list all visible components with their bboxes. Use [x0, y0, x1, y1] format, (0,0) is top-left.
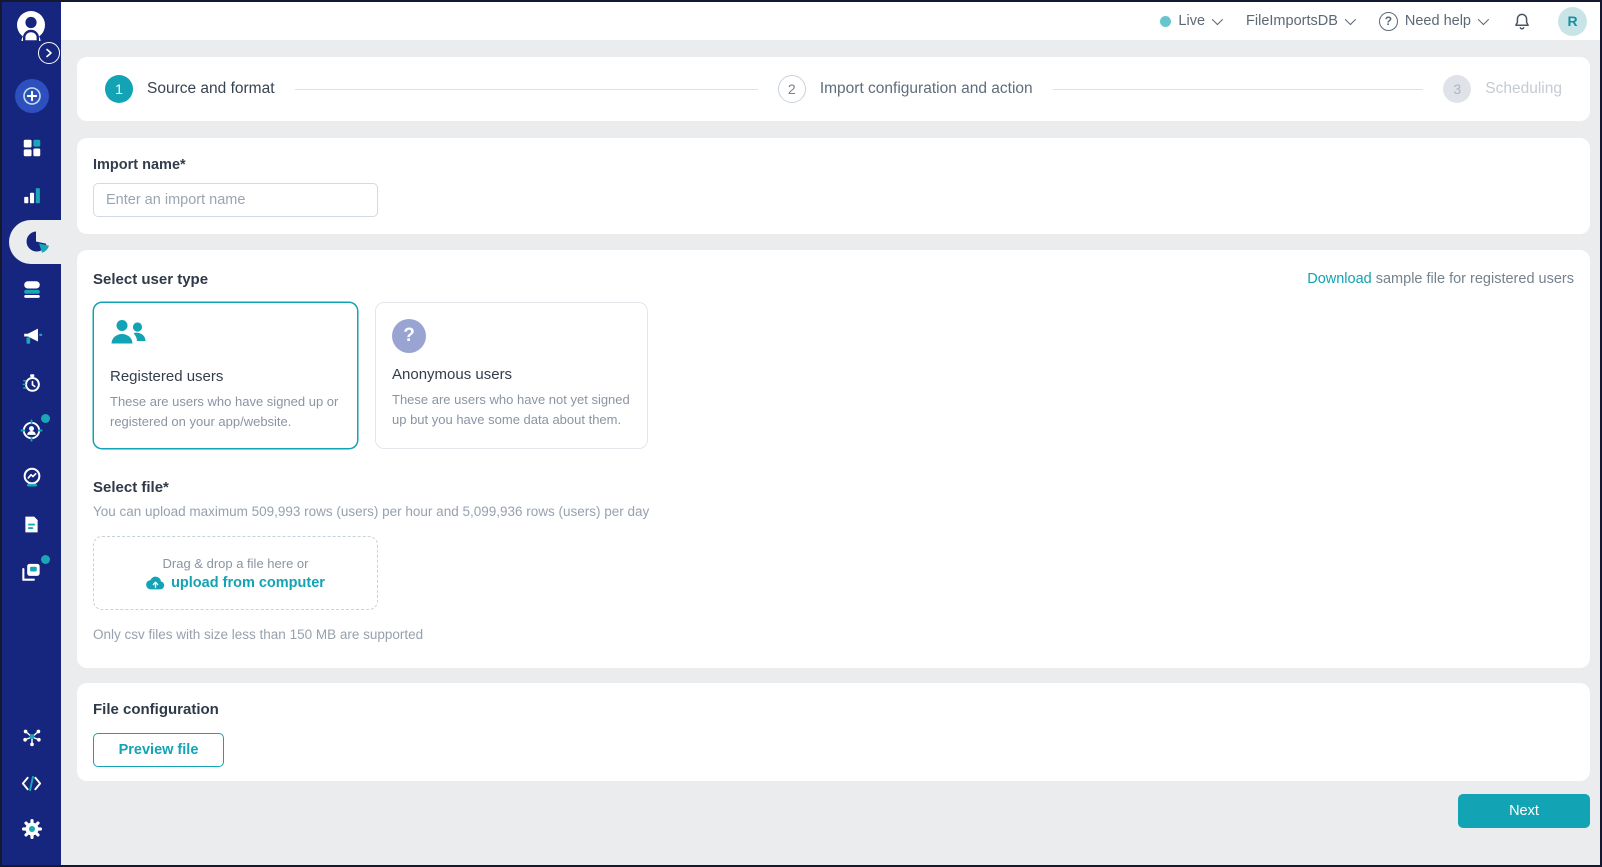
upload-link-label: upload from computer [171, 574, 325, 591]
sidebar-item-campaigns[interactable] [20, 324, 44, 348]
main-area: Live FileImportsDB ? Need help R 1 Sourc… [61, 2, 1600, 865]
code-icon [21, 775, 42, 791]
chevron-right-icon [46, 48, 52, 58]
sidebar-item-data[interactable] [20, 277, 44, 301]
sample-file-suffix: sample file for registered users [1371, 271, 1574, 287]
file-configuration-heading: File configuration [93, 701, 219, 719]
person-logo-icon [17, 11, 45, 43]
sidebar-item-dashboard[interactable] [20, 136, 44, 160]
create-button[interactable] [14, 79, 49, 113]
download-sample-link[interactable]: Download [1307, 271, 1372, 287]
live-status-dot [1160, 15, 1172, 27]
sidebar-collapse-button[interactable] [38, 42, 60, 64]
document-icon [25, 516, 38, 532]
user-avatar[interactable]: R [1558, 6, 1587, 36]
user-target-icon [20, 418, 43, 442]
chevron-down-icon [1344, 13, 1356, 26]
topbar: Live FileImportsDB ? Need help R [61, 2, 1600, 40]
step-label: Scheduling [1485, 80, 1562, 97]
file-format-note: Only csv files with size less than 150 M… [93, 627, 424, 643]
help-menu[interactable]: ? Need help [1378, 11, 1490, 31]
option-title: Anonymous users [392, 366, 513, 383]
step-label: Source and format [147, 80, 275, 97]
help-label: Need help [1404, 13, 1471, 29]
layers-icon [22, 563, 40, 581]
import-name-label: Import name* [93, 157, 186, 173]
plus-icon [22, 87, 41, 105]
bar-chart-icon [23, 188, 40, 204]
dropzone-text: Drag & drop a file here or [162, 555, 309, 571]
bell-icon [1515, 13, 1529, 30]
stepper: 1 Source and format 2 Import configurati… [77, 57, 1590, 121]
step-connector [1052, 88, 1424, 90]
option-description: These are users who have signed up or re… [110, 394, 339, 430]
file-configuration-section: File configuration Preview file [77, 683, 1590, 782]
step-source-and-format[interactable]: 1 Source and format [105, 75, 275, 103]
option-description: These are users who have not yet signed … [392, 392, 630, 428]
user-type-section: Select user type Download sample file fo… [77, 250, 1590, 669]
cloud-upload-icon [146, 576, 165, 590]
notification-dot [40, 414, 50, 423]
sidebar-item-segments[interactable] [9, 220, 61, 264]
help-circle-icon: ? [1378, 11, 1398, 31]
page-content: 1 Source and format 2 Import configurati… [61, 40, 1600, 865]
sidebar-item-settings[interactable] [20, 817, 44, 841]
environment-selector[interactable]: Live [1160, 13, 1224, 29]
environment-label: Live [1178, 13, 1206, 29]
sidebar-item-library[interactable] [20, 555, 50, 583]
import-name-input[interactable] [93, 183, 378, 217]
notification-dot [40, 555, 50, 564]
chevron-down-icon [1211, 13, 1224, 26]
sidebar-item-journeys[interactable] [20, 371, 44, 395]
sidebar-nav-bottom [2, 725, 61, 841]
project-selector[interactable]: FileImportsDB [1246, 13, 1356, 29]
project-label: FileImportsDB [1246, 13, 1338, 29]
question-mark-icon: ? [392, 319, 426, 353]
select-file-section: Select file* You can upload maximum 509,… [93, 479, 1574, 642]
option-registered-users[interactable]: Registered users These are users who hav… [93, 302, 358, 450]
network-icon [22, 729, 41, 747]
chevron-down-icon [1477, 13, 1490, 26]
step-number: 3 [1443, 75, 1472, 103]
sidebar-nav [2, 79, 61, 583]
upload-from-computer-link[interactable]: upload from computer [146, 575, 325, 591]
user-type-heading: Select user type [93, 271, 209, 288]
step-connector [294, 88, 758, 90]
step-label: Import configuration and action [819, 80, 1033, 97]
gear-icon [21, 819, 42, 839]
notifications-button[interactable] [1512, 11, 1532, 32]
sidebar-item-reports[interactable] [20, 512, 44, 536]
step-scheduling[interactable]: 3 Scheduling [1443, 75, 1562, 103]
footer-bar: Next [77, 781, 1590, 829]
stopwatch-icon [22, 374, 40, 392]
sidebar-item-integrations[interactable] [20, 725, 44, 749]
preview-file-button[interactable]: Preview file [93, 733, 224, 768]
next-button[interactable]: Next [1458, 794, 1590, 829]
option-title: Registered users [110, 368, 224, 385]
trend-icon [23, 467, 40, 487]
sidebar-item-developer[interactable] [20, 771, 44, 795]
app-window: Live FileImportsDB ? Need help R 1 Sourc… [0, 0, 1602, 867]
step-import-configuration[interactable]: 2 Import configuration and action [777, 75, 1033, 103]
user-type-options: Registered users These are users who hav… [93, 302, 1574, 450]
import-name-section: Import name* [77, 138, 1590, 234]
grid-icon [23, 139, 40, 157]
sample-file-text: Download sample file for registered user… [1307, 271, 1574, 287]
sidebar-item-analytics[interactable] [20, 183, 44, 207]
select-file-heading: Select file* [93, 479, 169, 497]
file-dropzone[interactable]: Drag & drop a file here or upload from c… [93, 536, 378, 611]
sidebar-item-predictions[interactable] [20, 465, 44, 489]
pie-chart-icon [26, 231, 49, 253]
megaphone-icon [23, 328, 42, 344]
sidebar-item-audiences[interactable] [20, 414, 50, 442]
option-anonymous-users[interactable]: ? Anonymous users These are users who ha… [375, 302, 648, 450]
database-icon [23, 281, 40, 298]
step-number: 1 [105, 75, 133, 103]
sidebar [2, 2, 61, 865]
rate-limit-note: You can upload maximum 509,993 rows (use… [93, 504, 650, 520]
people-icon [111, 320, 146, 344]
step-number: 2 [777, 75, 806, 103]
